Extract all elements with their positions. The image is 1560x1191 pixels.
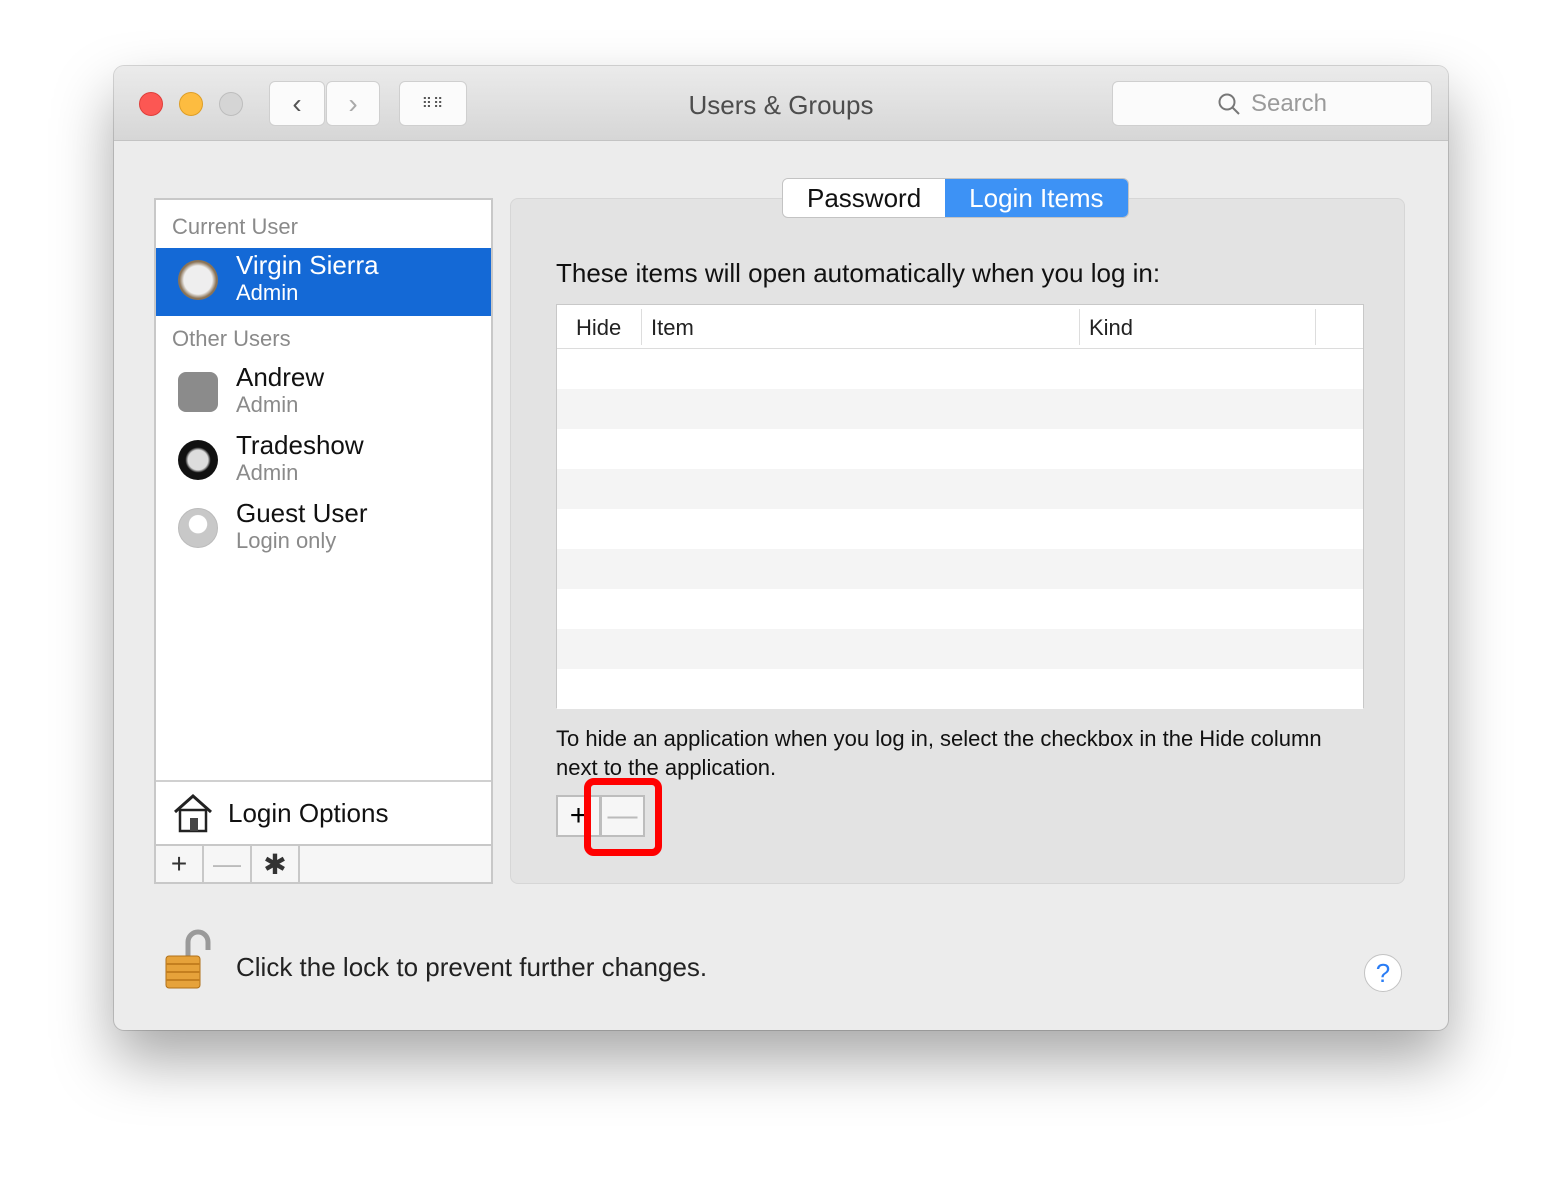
search-placeholder: Search	[1250, 89, 1328, 117]
hide-hint: To hide an application when you log in, …	[556, 726, 1322, 780]
help-button[interactable]: ?	[1364, 954, 1402, 992]
lock-text: Click the lock to prevent further change…	[236, 952, 708, 982]
table-body	[557, 349, 1363, 709]
question-icon: ?	[1375, 957, 1391, 988]
tab-bar: Password Login Items	[782, 178, 1129, 218]
avatar	[178, 508, 218, 548]
avatar	[178, 260, 218, 300]
house-icon	[174, 793, 212, 833]
column-kind[interactable]: Kind	[1089, 315, 1133, 341]
add-user-button[interactable]: +	[156, 846, 204, 882]
login-options[interactable]: Login Options	[156, 780, 491, 844]
user-list: Current User Virgin Sierra Admin Other U…	[154, 198, 493, 884]
user-role: Login only	[236, 528, 337, 553]
column-hide[interactable]: Hide	[576, 315, 621, 341]
action-button[interactable]: ✱	[252, 846, 300, 882]
user-role: Admin	[236, 280, 299, 305]
user-andrew[interactable]: Andrew Admin	[156, 360, 491, 428]
window: ‹ › ⠿⠿ Users & Groups Search Current Use…	[114, 66, 1448, 1030]
user-role: Admin	[236, 460, 299, 485]
other-users-header: Other Users	[172, 326, 291, 351]
user-role: Admin	[236, 392, 299, 417]
highlight-box	[584, 778, 662, 856]
user-name: Andrew	[236, 362, 325, 392]
user-name: Guest User	[236, 498, 368, 528]
gear-icon: ✱	[263, 848, 287, 880]
login-items-table[interactable]: Hide Item Kind	[556, 304, 1364, 709]
plus-icon: +	[170, 848, 188, 879]
user-virgin-sierra[interactable]: Virgin Sierra Admin	[156, 248, 491, 316]
tab-password[interactable]: Password	[783, 179, 946, 217]
search-icon	[1218, 93, 1240, 115]
minus-icon: —	[213, 848, 241, 879]
search-field[interactable]: Search	[1112, 81, 1432, 126]
user-list-toolbar: + — ✱	[156, 844, 491, 882]
login-items-description: These items will open automatically when…	[556, 258, 1161, 288]
table-header: Hide Item Kind	[557, 305, 1363, 349]
user-name: Tradeshow	[236, 430, 364, 460]
remove-user-button[interactable]: —	[204, 846, 252, 882]
tab-login-items[interactable]: Login Items	[945, 179, 1128, 217]
user-guest[interactable]: Guest User Login only	[156, 496, 491, 564]
lock-icon[interactable]	[164, 928, 214, 997]
user-tradeshow[interactable]: Tradeshow Admin	[156, 428, 491, 496]
user-name: Virgin Sierra	[236, 250, 379, 280]
avatar	[178, 372, 218, 412]
title-bar: ‹ › ⠿⠿ Users & Groups Search	[114, 66, 1448, 141]
column-item[interactable]: Item	[651, 315, 694, 341]
avatar	[178, 440, 218, 480]
login-options-label: Login Options	[228, 797, 389, 828]
current-user-header: Current User	[172, 214, 298, 239]
